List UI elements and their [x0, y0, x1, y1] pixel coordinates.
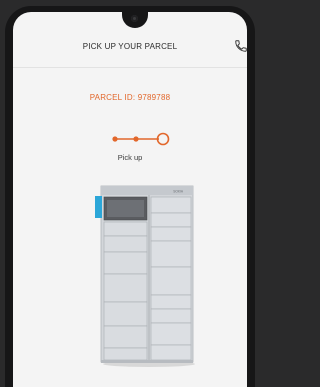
parcel-id: PARCEL ID: 9789788 [89, 93, 171, 102]
call-button[interactable] [234, 39, 247, 53]
step-label: Pick up [117, 153, 143, 162]
step-dot-1 [112, 136, 118, 142]
step-dot-2 [133, 136, 139, 142]
progress-stepper [112, 132, 170, 146]
front-camera-icon [131, 15, 138, 22]
svg-text:SOKIA: SOKIA [173, 190, 184, 194]
locker-accent-panel [95, 196, 102, 218]
step-dot-current [156, 132, 170, 146]
phone-icon [235, 40, 247, 52]
parcel-locker-illustration: SOKIA [95, 185, 195, 367]
page-title: PICK UP YOUR PARCEL [82, 42, 178, 51]
app-screen: PICK UP YOUR PARCEL PARCEL ID: 9789788 P… [13, 12, 247, 387]
